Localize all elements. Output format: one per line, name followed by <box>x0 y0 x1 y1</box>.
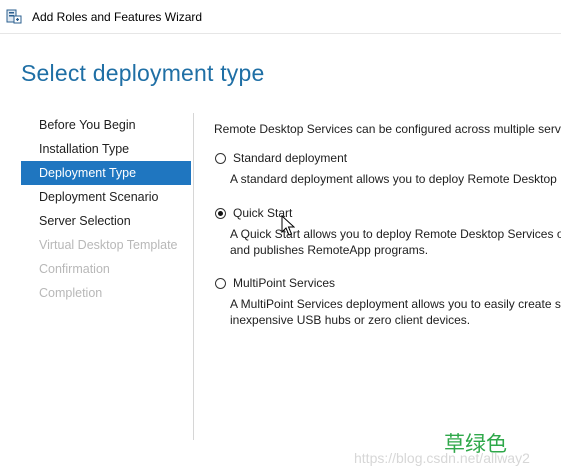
description-line: inexpensive USB hubs or zero client devi… <box>230 313 471 327</box>
multipoint-services-label[interactable]: MultiPoint Services <box>233 276 335 290</box>
multipoint-services-description: A MultiPoint Services deployment allows … <box>230 296 561 328</box>
title-bar: Add Roles and Features Wizard <box>0 0 561 34</box>
deployment-options-panel: Remote Desktop Services can be configure… <box>214 114 561 414</box>
window-title: Add Roles and Features Wizard <box>32 10 203 24</box>
sidebar-divider <box>193 113 194 440</box>
standard-deployment-label[interactable]: Standard deployment <box>233 151 347 165</box>
quick-start-radio[interactable] <box>215 208 226 219</box>
description-line: A standard deployment allows you to depl… <box>230 172 557 186</box>
wizard-step-list: Before You Begin Installation Type Deplo… <box>21 113 191 305</box>
option-quick-start: Quick Start A Quick Start allows you to … <box>214 206 561 258</box>
sidebar-item-server-selection[interactable]: Server Selection <box>21 209 191 233</box>
sidebar-item-completion: Completion <box>39 286 103 300</box>
standard-deployment-radio-row[interactable]: Standard deployment <box>214 151 561 167</box>
sidebar-item-confirmation: Confirmation <box>39 262 110 276</box>
description-line: and publishes RemoteApp programs. <box>230 243 429 257</box>
sidebar-item-before-you-begin[interactable]: Before You Begin <box>21 113 191 137</box>
standard-deployment-description: A standard deployment allows you to depl… <box>230 171 561 187</box>
multipoint-services-radio[interactable] <box>215 278 226 289</box>
sidebar-item-installation-type[interactable]: Installation Type <box>21 137 191 161</box>
option-standard-deployment: Standard deployment A standard deploymen… <box>214 151 561 187</box>
intro-text: Remote Desktop Services can be configure… <box>214 122 561 136</box>
server-manager-app-icon <box>6 9 22 24</box>
description-line: A Quick Start allows you to deploy Remot… <box>230 227 561 241</box>
sidebar-item-deployment-type[interactable]: Deployment Type <box>21 161 191 185</box>
mouse-pointer-icon <box>281 215 295 236</box>
page-title: Select deployment type <box>21 60 265 86</box>
watermark-url: https://blog.csdn.net/allway2 <box>354 450 530 466</box>
sidebar-item-deployment-scenario[interactable]: Deployment Scenario <box>21 185 191 209</box>
quick-start-radio-row[interactable]: Quick Start <box>214 206 561 222</box>
sidebar-item-virtual-desktop-template: Virtual Desktop Template <box>39 238 178 252</box>
description-line: A MultiPoint Services deployment allows … <box>230 297 561 311</box>
multipoint-services-radio-row[interactable]: MultiPoint Services <box>214 276 561 292</box>
standard-deployment-radio[interactable] <box>215 153 226 164</box>
option-multipoint-services: MultiPoint Services A MultiPoint Service… <box>214 276 561 328</box>
page-header: Select deployment type <box>0 34 561 105</box>
quick-start-description: A Quick Start allows you to deploy Remot… <box>230 226 561 258</box>
